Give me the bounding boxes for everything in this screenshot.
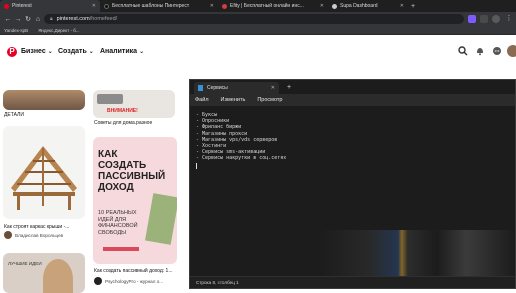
back-arrow-icon[interactable]: ← [3,16,13,23]
bookmark-direct[interactable]: Яндекс.Директ - б... [38,28,79,33]
forward-arrow-icon[interactable]: → [13,16,23,23]
home-icon[interactable]: ⌂ [33,16,43,23]
text-line: - Сервисы накрутки в соц.сетях [196,155,287,162]
efity-favicon-icon [222,3,227,9]
nav-analytics[interactable]: Аналитика ⌄ [100,48,144,55]
woman-photo [43,259,73,293]
browser-toolbar: ← → ↻ ⌂ 🔒︎ pinterest.com/homefeed/ ⋮ [0,12,516,26]
pin-image-attention[interactable]: ВНИМАНИЕ! [93,90,175,118]
pin-caption[interactable]: ДЕТАЛИ [4,112,24,118]
nav-create[interactable]: Создать ⌄ [58,48,94,55]
pin-image-bottom-left[interactable]: ЛУЧШИЕ ИДЕИ [3,253,85,293]
pin-caption[interactable]: Советы для дома.разное [94,120,152,126]
pin-author[interactable]: PsychologyPro - журнал о... [94,277,163,285]
menu-file[interactable]: Файл [195,97,209,103]
pin-caption[interactable]: Как создать пассивный доход: 1... [94,268,172,274]
close-tab-icon[interactable]: ✕ [92,3,96,9]
supa-favicon-icon [332,3,337,9]
avatar [4,231,12,239]
messages-icon[interactable] [492,46,502,56]
pin-image-top-left[interactable] [3,90,85,110]
search-icon[interactable] [458,46,468,56]
menu-edit[interactable]: Изменить [221,97,246,103]
templates-favicon-icon [104,3,109,9]
browser-menu-icon[interactable]: ⋮ [504,14,514,22]
new-tab-button[interactable]: + [287,84,291,91]
browser-tab-bar: Pinterest ✕ Бесплатные шаблоны Пинтерест… [0,0,516,12]
lock-icon: 🔒︎ [50,16,53,22]
notepad-menu-bar: Файл Изменить Просмотр [190,94,515,106]
bookmarks-bar: Yandex-spB Яндекс.Директ - б... [0,26,516,35]
extension-icon[interactable] [468,15,476,23]
notepad-titlebar: Сервисы ✕ + [190,80,515,95]
tab-templates[interactable]: Бесплатные шаблоны Пинтерест ✕ [100,0,218,12]
avatar[interactable] [507,45,516,57]
render-glitch [320,230,515,278]
pin-caption[interactable]: Как строят каркас крыши -... [4,224,69,230]
pinterest-header: P Бизнес ⌄ Создать ⌄ Аналитика ⌄ [0,36,516,72]
pin-image-roof-frame[interactable] [3,126,85,219]
avatar [94,277,102,285]
roof-frame-illustration [11,146,77,210]
tab-supa-dashboard[interactable]: Supa Dashboard ✕ [328,0,408,12]
chevron-down-icon: ⌄ [47,49,53,55]
notepad-status-bar: Строка 8, столбец 1 [190,276,515,288]
money-bills-image [145,193,177,245]
close-tab-icon[interactable]: ✕ [400,3,404,9]
menu-view[interactable]: Просмотр [257,97,282,103]
tab-efity[interactable]: Efity | Бесплатный онлайн инс... ✕ [218,0,328,12]
address-bar[interactable]: 🔒︎ pinterest.com/homefeed/ [44,14,464,24]
reload-icon[interactable]: ↻ [23,15,33,23]
chevron-down-icon: ⌄ [88,49,94,55]
bell-icon[interactable] [475,46,485,56]
pin-image-passive-income[interactable]: КАК СОЗДАТЬ ПАССИВНЫЙ ДОХОД 10 РЕАЛЬНЫХ … [93,137,177,264]
new-tab-button[interactable]: + [411,3,415,10]
notepad-icon [198,85,203,91]
pinterest-favicon-icon [4,3,9,9]
nav-business[interactable]: Бизнес ⌄ [21,48,53,55]
notepad-tab[interactable]: Сервисы ✕ [194,81,279,95]
chevron-down-icon: ⌄ [139,49,145,55]
close-icon[interactable]: ✕ [271,85,275,91]
profile-avatar[interactable] [492,15,500,23]
pinterest-logo-icon[interactable]: P [7,47,17,57]
tab-pinterest[interactable]: Pinterest ✕ [0,0,100,12]
close-tab-icon[interactable]: ✕ [210,3,214,9]
notepad-window: Сервисы ✕ + Файл Изменить Просмотр - Бук… [189,79,516,289]
bookmark-yandex[interactable]: Yandex-spB [4,28,28,33]
text-cursor [196,162,197,169]
extension-icon[interactable] [480,15,488,23]
pin-author[interactable]: Владислав Ворольцев [4,231,63,239]
close-tab-icon[interactable]: ✕ [320,3,324,9]
